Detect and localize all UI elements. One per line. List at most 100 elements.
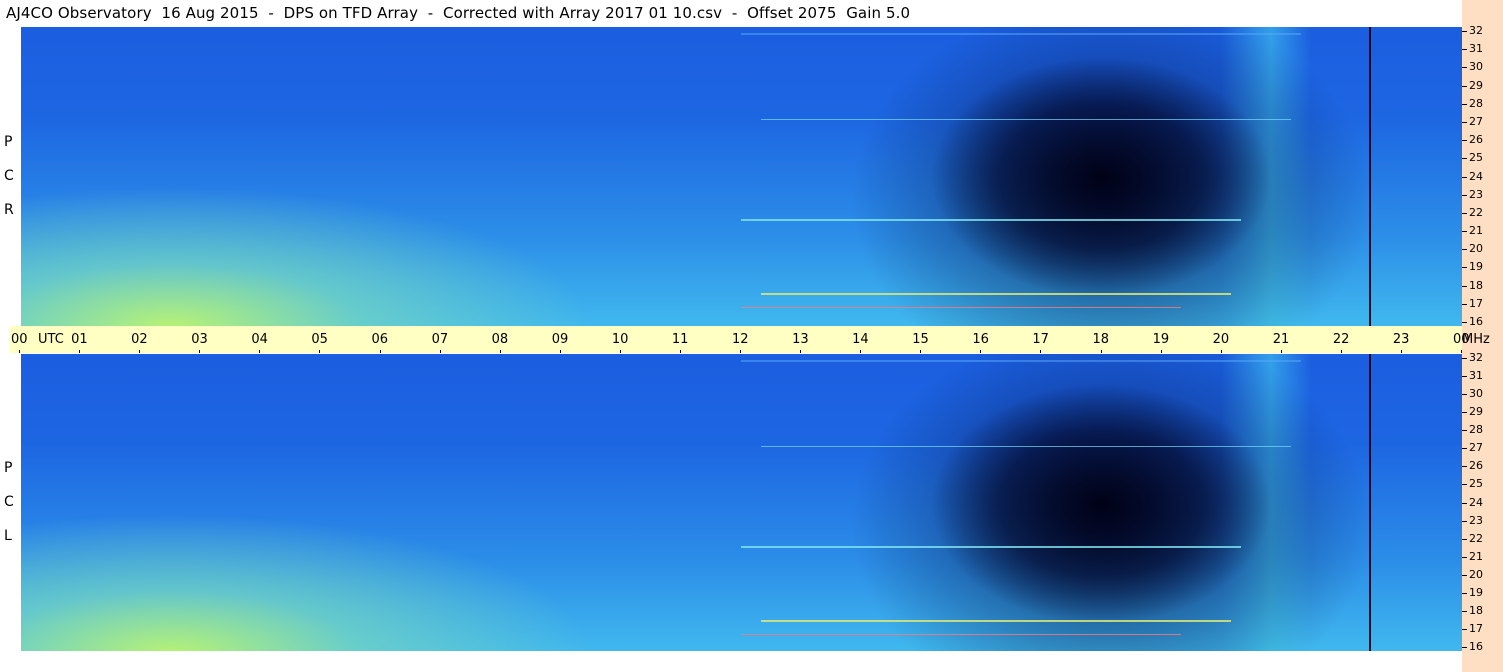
time-tick-mark [379,350,381,353]
signal-stripe [741,307,1181,308]
time-tick-mark [1461,350,1462,353]
freq-tick-label: 18 [1469,278,1483,292]
freq-tick-mark [1462,556,1467,558]
freq-tick-mark [1462,448,1467,450]
time-tick-mark [619,350,621,353]
time-tick-label: 17 [1032,332,1049,347]
freq-tick-mark [1462,538,1467,540]
time-tick-mark [980,350,982,353]
freq-tick-mark [1462,231,1467,233]
time-tick-mark [139,350,141,353]
vertical-dark-line [1369,27,1371,326]
freq-tick-label: 16 [1469,315,1483,328]
time-axis: 00 UTC 01 02 03 04 05 06 07 08 09 10 11 12 13 14 15 16 17 1… [10,326,1490,353]
freq-tick-mark [1462,574,1467,576]
time-tick-label: 18 [1092,332,1110,347]
lcp-letter-l: L [4,528,12,544]
time-tick-mark [1340,350,1342,353]
time-tick-label: 05 [311,332,328,347]
time-tick-label: 02 [131,332,148,347]
freq-tick-label: 29 [1469,78,1483,92]
freq-tick-label: 18 [1469,603,1483,617]
time-tick-label: 22 [1332,332,1350,347]
freq-tick-label: 17 [1469,621,1483,635]
freq-tick-mark [1462,358,1467,359]
freq-tick-label: 21 [1469,549,1483,563]
freq-tick-label: 31 [1469,42,1483,56]
freq-tick-label: 32 [1469,24,1483,37]
signal-stripe [741,634,1181,635]
freq-tick-mark [1462,67,1467,69]
freq-tick-mark [1462,628,1467,630]
time-tick-mark [740,350,741,353]
rcp-letter-r: R [4,202,14,218]
rcp-letter-p: P [4,134,13,150]
rcp-spectrogram [21,27,1462,326]
time-tick-label: 20 [1212,332,1230,347]
freq-axis-unit-mhz: MHz [1462,332,1490,347]
freq-tick-mark [1462,412,1467,414]
freq-tick-mark [1462,322,1467,323]
lcp-letter-c: C [4,494,14,510]
freq-tick-mark [1462,647,1467,648]
freq-tick-label: 16 [1469,640,1483,653]
freq-tick-mark [1462,267,1467,269]
time-tick-mark [19,350,20,353]
freq-tick-mark [1462,394,1467,396]
time-tick-mark [1160,350,1162,353]
time-tick-mark [1280,350,1282,353]
time-tick-mark [1100,350,1102,353]
freq-tick-label: 17 [1469,296,1483,310]
time-tick-label: 01 [71,332,88,347]
freq-tick-label: 24 [1469,169,1483,183]
freq-tick-label: 20 [1469,567,1483,581]
freq-tick-mark [1462,285,1467,287]
time-axis-unit-utc: UTC [38,332,64,347]
time-tick-mark [499,350,501,353]
time-tick-mark [800,350,802,353]
time-tick-mark [679,350,681,353]
freq-tick-label: 25 [1469,477,1483,491]
freq-tick-mark [1462,85,1467,87]
signal-stripe [741,360,1301,362]
signal-stripe [761,119,1291,120]
time-tick-label: 16 [972,332,989,347]
freq-tick-label: 20 [1469,242,1483,256]
time-tick-label: 07 [431,332,449,347]
freq-tick-label: 29 [1469,405,1483,419]
time-tick-label: 21 [1272,332,1290,347]
freq-tick-label: 23 [1469,513,1483,527]
time-tick-label: 23 [1392,332,1410,347]
freq-tick-label: 31 [1469,369,1483,383]
time-tick-label: 11 [671,332,689,347]
freq-tick-label: 26 [1469,133,1483,147]
time-tick-mark [79,350,81,353]
freq-tick-mark [1462,49,1467,51]
freq-tick-mark [1462,520,1467,522]
freq-tick-label: 22 [1469,531,1483,545]
signal-stripe [761,446,1291,447]
time-tick-label: 03 [191,332,208,347]
signal-stripe [741,33,1301,35]
rcp-letter-c: C [4,168,14,184]
time-tick-label: 15 [912,332,929,347]
time-tick-mark [259,350,261,353]
freq-tick-mark [1462,194,1467,196]
time-tick-mark [319,350,321,353]
freq-tick-label: 25 [1469,151,1483,165]
freq-tick-label: 21 [1469,224,1483,238]
freq-tick-label: 27 [1469,441,1483,455]
chart-title: AJ4CO Observatory 16 Aug 2015 - DPS on T… [6,4,911,22]
freq-tick-label: 28 [1469,423,1483,437]
time-tick-label: 00 [11,332,28,347]
signal-stripe [761,620,1231,622]
time-tick-label: 08 [491,332,509,347]
freq-tick-label: 24 [1469,495,1483,509]
time-tick-mark [199,350,201,353]
time-tick-label: 09 [551,332,569,347]
freq-tick-mark [1462,212,1467,214]
time-tick-label: 10 [611,332,629,347]
freq-tick-label: 19 [1469,260,1483,274]
freq-tick-label: 32 [1469,351,1483,364]
lcp-spectrogram [21,354,1462,651]
